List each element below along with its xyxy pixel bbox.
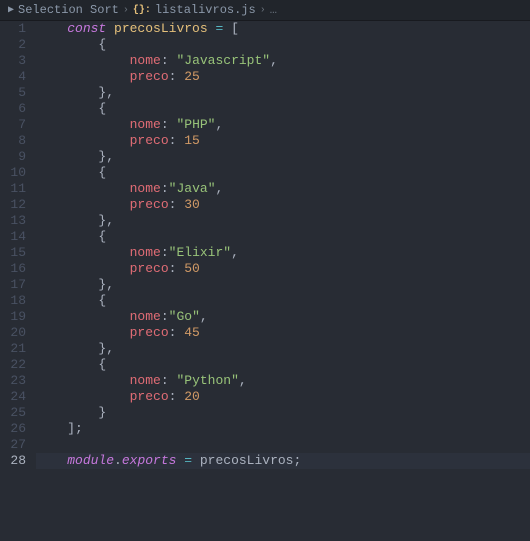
line-number[interactable]: 18	[0, 293, 26, 309]
line-number[interactable]: 21	[0, 341, 26, 357]
code-line[interactable]: const precosLivros = [	[36, 21, 530, 37]
line-number[interactable]: 3	[0, 53, 26, 69]
code-line[interactable]: module.exports = precosLivros;	[36, 453, 530, 469]
line-number[interactable]: 7	[0, 117, 26, 133]
code-line[interactable]: {	[36, 293, 530, 309]
code-line[interactable]: },	[36, 277, 530, 293]
line-number[interactable]: 25	[0, 405, 26, 421]
chevron-right-icon: ›	[123, 5, 129, 16]
line-number[interactable]: 9	[0, 149, 26, 165]
code-line[interactable]: ];	[36, 421, 530, 437]
code-line[interactable]: preco: 15	[36, 133, 530, 149]
code-line[interactable]: },	[36, 213, 530, 229]
line-number[interactable]: 5	[0, 85, 26, 101]
line-number[interactable]: 6	[0, 101, 26, 117]
code-line[interactable]: nome: "Python",	[36, 373, 530, 389]
code-line[interactable]: preco: 45	[36, 325, 530, 341]
code-line[interactable]: {	[36, 165, 530, 181]
line-number[interactable]: 14	[0, 229, 26, 245]
code-line[interactable]: preco: 50	[36, 261, 530, 277]
code-line[interactable]: preco: 20	[36, 389, 530, 405]
chevron-right-icon: ›	[260, 5, 266, 16]
line-number[interactable]: 8	[0, 133, 26, 149]
line-gutter: 1 2 3 4 5 6 7 8 9 10 11 12 13 14 15 16 1…	[0, 21, 36, 469]
line-number[interactable]: 27	[0, 437, 26, 453]
line-number[interactable]: 28	[0, 453, 26, 469]
line-number[interactable]: 2	[0, 37, 26, 53]
js-file-icon: {}:	[133, 5, 151, 16]
line-number[interactable]: 10	[0, 165, 26, 181]
code-line[interactable]: nome:"Elixir",	[36, 245, 530, 261]
code-line[interactable]: },	[36, 341, 530, 357]
line-number[interactable]: 23	[0, 373, 26, 389]
line-number[interactable]: 11	[0, 181, 26, 197]
code-line[interactable]: {	[36, 37, 530, 53]
code-line[interactable]	[36, 437, 530, 453]
code-area[interactable]: const precosLivros = [ { nome: "Javascri…	[36, 21, 530, 469]
line-number[interactable]: 20	[0, 325, 26, 341]
line-number[interactable]: 19	[0, 309, 26, 325]
breadcrumb-file[interactable]: listalivros.js	[155, 3, 256, 17]
line-number[interactable]: 1	[0, 21, 26, 37]
line-number[interactable]: 15	[0, 245, 26, 261]
line-number[interactable]: 12	[0, 197, 26, 213]
line-number[interactable]: 22	[0, 357, 26, 373]
line-number[interactable]: 16	[0, 261, 26, 277]
line-number[interactable]: 4	[0, 69, 26, 85]
line-number[interactable]: 26	[0, 421, 26, 437]
code-line[interactable]: },	[36, 149, 530, 165]
breadcrumb-more[interactable]: …	[270, 3, 277, 17]
code-line[interactable]: preco: 30	[36, 197, 530, 213]
code-line[interactable]: {	[36, 229, 530, 245]
run-icon[interactable]: ▶	[8, 4, 14, 16]
code-line[interactable]: nome: "PHP",	[36, 117, 530, 133]
code-line[interactable]: nome:"Java",	[36, 181, 530, 197]
code-line[interactable]: nome:"Go",	[36, 309, 530, 325]
code-editor[interactable]: 1 2 3 4 5 6 7 8 9 10 11 12 13 14 15 16 1…	[0, 21, 530, 469]
line-number[interactable]: 17	[0, 277, 26, 293]
code-line[interactable]: preco: 25	[36, 69, 530, 85]
code-line[interactable]: nome: "Javascript",	[36, 53, 530, 69]
breadcrumb: ▶ Selection Sort › {}: listalivros.js › …	[0, 0, 530, 21]
code-line[interactable]: }	[36, 405, 530, 421]
line-number[interactable]: 13	[0, 213, 26, 229]
line-number[interactable]: 24	[0, 389, 26, 405]
code-line[interactable]: {	[36, 101, 530, 117]
code-line[interactable]: {	[36, 357, 530, 373]
breadcrumb-folder[interactable]: Selection Sort	[18, 3, 119, 17]
code-line[interactable]: },	[36, 85, 530, 101]
